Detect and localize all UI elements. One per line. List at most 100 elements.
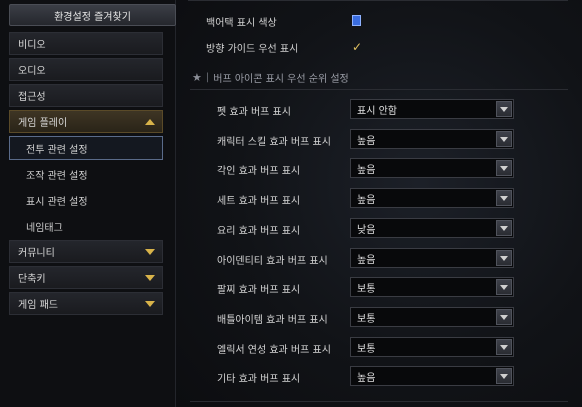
dropdown-button[interactable] (496, 101, 512, 117)
setting-label: 기타 효과 버프 표시 (217, 373, 301, 385)
submenu-item-controls[interactable]: 조작 관련 설정 (9, 162, 163, 186)
setting-label: 캐릭터 스킬 효과 버프 표시 (217, 136, 331, 148)
submenu-item-label: 조작 관련 설정 (26, 170, 88, 182)
favorites-button[interactable]: 환경설정 즐겨찾기 (9, 4, 176, 26)
chevron-down-icon (145, 248, 155, 255)
direction-guide-label: 방향 가이드 우선 표시 (206, 43, 299, 55)
dropdown-button[interactable] (496, 220, 512, 236)
priority-dropdown[interactable]: 높음 (350, 366, 514, 386)
chevron-down-icon (500, 165, 508, 171)
menu-item-audio[interactable]: 오디오 (9, 58, 163, 81)
menu-item-label: 단축키 (18, 274, 46, 285)
chevron-up-icon (145, 118, 155, 125)
dropdown-value: 보통 (357, 313, 376, 325)
settings-sidebar: 환경설정 즐겨찾기 비디오 오디오 접근성 게임 플레이 전투 관련 설정 조작… (0, 0, 176, 407)
dropdown-button[interactable] (496, 131, 512, 147)
dropdown-value: 높음 (357, 254, 376, 266)
section-header: ★ | 버프 아이콘 표시 우선 순위 설정 (192, 70, 349, 85)
chevron-down-icon (145, 274, 155, 281)
submenu-item-label: 표시 관련 설정 (26, 196, 88, 208)
checkmark-icon: ✓ (351, 40, 363, 54)
setting-label: 세트 효과 버프 표시 (217, 195, 301, 207)
dropdown-value: 높음 (357, 135, 376, 147)
dropdown-value: 낮음 (357, 224, 376, 236)
submenu-item-label: 네임태그 (26, 222, 63, 234)
chevron-down-icon (500, 225, 508, 231)
dropdown-value: 높음 (357, 372, 376, 384)
setting-label: 요리 효과 버프 표시 (217, 225, 301, 237)
buff-priority-row: 펫 효과 버프 표시 표시 안함 (176, 98, 582, 122)
buff-priority-row: 엘릭서 연성 효과 버프 표시 보통 (176, 336, 582, 360)
menu-item-shortcuts[interactable]: 단축키 (9, 266, 163, 289)
dropdown-value: 높음 (357, 194, 376, 206)
menu-item-label: 비디오 (18, 40, 46, 51)
setting-label: 각인 효과 버프 표시 (217, 165, 301, 177)
chevron-down-icon (500, 344, 508, 350)
menu-item-label: 커뮤니티 (18, 248, 55, 259)
divider (190, 89, 568, 90)
setting-label: 펫 효과 버프 표시 (217, 106, 291, 118)
buff-priority-row: 아이덴티티 효과 버프 표시 높음 (176, 247, 582, 271)
priority-dropdown[interactable]: 보통 (350, 307, 514, 327)
chevron-down-icon (500, 314, 508, 320)
submenu-item-combat[interactable]: 전투 관련 설정 (9, 136, 163, 160)
divider (190, 401, 568, 402)
buff-priority-row: 팔찌 효과 버프 표시 보통 (176, 276, 582, 300)
chevron-down-icon (500, 106, 508, 112)
section-bar-icon: | (205, 72, 210, 83)
chevron-down-icon (500, 255, 508, 261)
divider (188, 0, 568, 1)
section-title: 버프 아이콘 표시 우선 순위 설정 (213, 74, 349, 85)
menu-item-label: 접근성 (18, 92, 46, 103)
menu-item-label: 게임 패드 (18, 300, 58, 311)
dropdown-button[interactable] (496, 368, 512, 384)
dropdown-button[interactable] (496, 279, 512, 295)
direction-guide-checkbox[interactable]: ✓ (351, 41, 363, 53)
menu-item-accessibility[interactable]: 접근성 (9, 84, 163, 107)
buff-priority-row: 캐릭터 스킬 효과 버프 표시 높음 (176, 128, 582, 152)
dropdown-value: 표시 안함 (357, 105, 397, 117)
priority-dropdown[interactable]: 표시 안함 (350, 99, 514, 119)
settings-menu: 비디오 오디오 접근성 게임 플레이 전투 관련 설정 조작 관련 설정 표시 … (9, 32, 163, 318)
submenu-item-nametag[interactable]: 네임태그 (9, 214, 163, 238)
setting-label: 아이덴티티 효과 버프 표시 (217, 255, 328, 267)
dropdown-value: 높음 (357, 164, 376, 176)
buff-priority-row: 배틀아이템 효과 버프 표시 보통 (176, 306, 582, 330)
priority-dropdown[interactable]: 보통 (350, 337, 514, 357)
priority-dropdown[interactable]: 높음 (350, 158, 514, 178)
menu-item-video[interactable]: 비디오 (9, 32, 163, 55)
chevron-down-icon (500, 136, 508, 142)
setting-label: 엘릭서 연성 효과 버프 표시 (217, 344, 331, 356)
menu-item-label: 오디오 (18, 66, 46, 77)
priority-dropdown[interactable]: 낮음 (350, 218, 514, 238)
dropdown-button[interactable] (496, 160, 512, 176)
menu-item-label: 게임 플레이 (18, 118, 68, 129)
setting-label: 팔찌 효과 버프 표시 (217, 284, 301, 296)
settings-panel: 백어택 표시 색상 방향 가이드 우선 표시 ✓ ★ | 버프 아이콘 표시 우… (176, 0, 582, 407)
dropdown-button[interactable] (496, 309, 512, 325)
submenu-item-label: 전투 관련 설정 (26, 144, 88, 156)
buff-priority-row: 요리 효과 버프 표시 낮음 (176, 217, 582, 241)
dropdown-value: 보통 (357, 283, 376, 295)
chevron-down-icon (500, 284, 508, 290)
dropdown-button[interactable] (496, 250, 512, 266)
priority-dropdown[interactable]: 높음 (350, 129, 514, 149)
buff-priority-row: 각인 효과 버프 표시 높음 (176, 157, 582, 181)
chevron-down-icon (500, 373, 508, 379)
priority-dropdown[interactable]: 높음 (350, 188, 514, 208)
menu-item-gameplay[interactable]: 게임 플레이 (9, 110, 163, 133)
dropdown-button[interactable] (496, 190, 512, 206)
priority-dropdown[interactable]: 보통 (350, 277, 514, 297)
priority-dropdown[interactable]: 높음 (350, 248, 514, 268)
submenu-item-display[interactable]: 표시 관련 설정 (9, 188, 163, 212)
backattack-color-label: 백어택 표시 색상 (206, 17, 277, 29)
chevron-down-icon (500, 195, 508, 201)
buff-priority-row: 세트 효과 버프 표시 높음 (176, 187, 582, 211)
star-icon: ★ (192, 71, 202, 84)
menu-item-community[interactable]: 커뮤니티 (9, 240, 163, 263)
menu-item-gamepad[interactable]: 게임 패드 (9, 292, 163, 315)
chevron-down-icon (145, 300, 155, 307)
backattack-color-swatch[interactable] (352, 15, 361, 26)
buff-priority-row: 기타 효과 버프 표시 높음 (176, 365, 582, 389)
dropdown-button[interactable] (496, 339, 512, 355)
